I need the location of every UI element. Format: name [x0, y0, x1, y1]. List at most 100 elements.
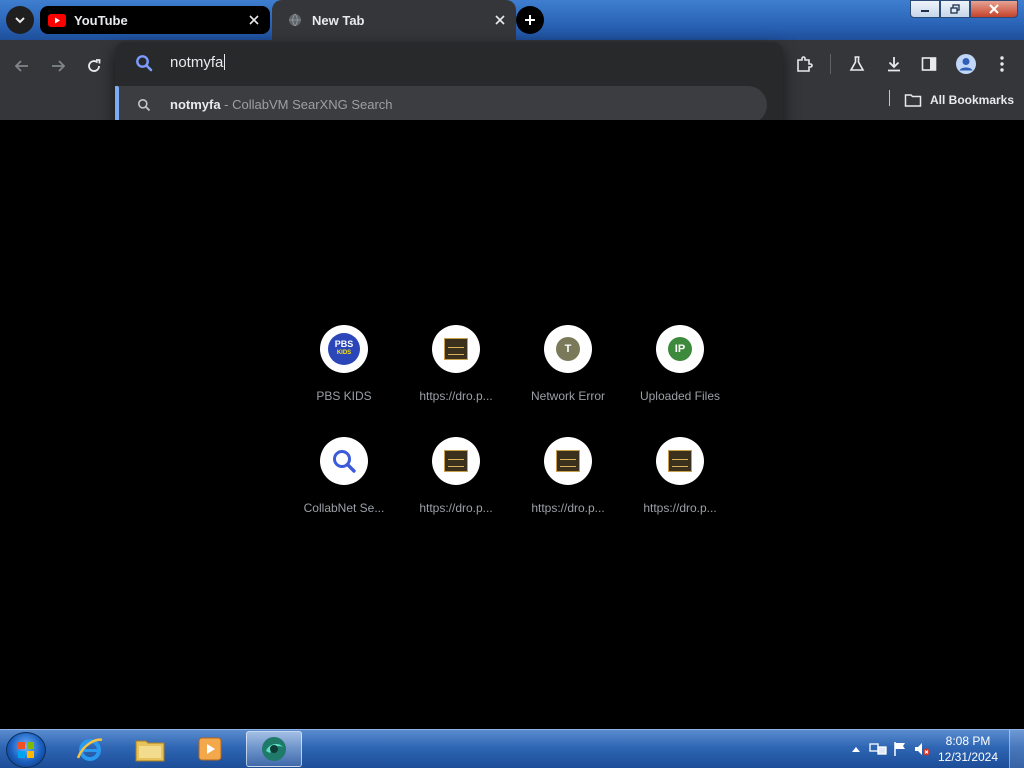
thumbnail-image [556, 450, 580, 472]
action-center-tray-button[interactable] [889, 738, 911, 760]
reload-icon [88, 59, 101, 72]
shortcut-tile[interactable]: https://dro.p... [624, 437, 736, 549]
browser-taskbar-button[interactable] [246, 731, 302, 767]
browser-icon [262, 737, 286, 761]
arrow-right-icon [52, 60, 66, 72]
minimize-icon [921, 10, 929, 12]
shortcut-label: Uploaded Files [639, 389, 721, 403]
tab-search-button[interactable] [6, 6, 34, 34]
folder-icon [904, 93, 922, 107]
toolbar-divider [830, 54, 831, 74]
shortcut-tile[interactable]: IP Uploaded Files [624, 325, 736, 437]
shortcut-icon: IP [656, 325, 704, 373]
profile-button[interactable] [950, 48, 982, 80]
all-bookmarks-label: All Bookmarks [930, 93, 1015, 107]
restore-button[interactable] [940, 0, 970, 18]
letter-badge: T [556, 337, 580, 361]
clock-date: 12/31/2024 [937, 750, 999, 764]
labs-button[interactable] [841, 48, 873, 80]
thumbnail-image [444, 450, 468, 472]
suggestion-text: notmyfa - CollabVM SearXNG Search [170, 97, 393, 113]
search-icon [138, 99, 151, 112]
tab-new-tab[interactable]: New Tab [272, 0, 516, 40]
globe-icon [286, 13, 304, 27]
download-icon [888, 57, 900, 72]
internet-explorer-taskbar-button[interactable] [62, 731, 118, 767]
all-bookmarks-button[interactable]: All Bookmarks [904, 90, 1014, 110]
shortcut-icon: T [544, 325, 592, 373]
show-desktop-button[interactable] [1009, 730, 1024, 768]
shortcut-icon [432, 325, 480, 373]
downloads-button[interactable] [878, 48, 910, 80]
shortcut-tile[interactable]: https://dro.p... [512, 437, 624, 549]
shortcut-tile[interactable]: T Network Error [512, 325, 624, 437]
pbs-kids-logo: PBS KIDS [328, 333, 360, 365]
close-icon [989, 4, 999, 14]
shortcut-tile[interactable]: https://dro.p... [400, 325, 512, 437]
file-explorer-taskbar-button[interactable] [122, 731, 178, 767]
restore-icon [950, 4, 960, 14]
selection-indicator [115, 86, 119, 124]
tab-strip: YouTube New Tab [0, 0, 1024, 40]
tab-title: New Tab [312, 12, 365, 28]
side-panel-button[interactable] [913, 48, 945, 80]
shortcut-tile[interactable]: PBS KIDS PBS KIDS [288, 325, 400, 437]
close-tab-icon[interactable] [244, 10, 264, 30]
search-icon [136, 55, 153, 72]
menu-button[interactable] [986, 48, 1018, 80]
network-icon [869, 743, 887, 755]
back-button[interactable] [8, 52, 36, 80]
shortcut-icon: PBS KIDS [320, 325, 368, 373]
chevron-down-icon [15, 17, 25, 24]
shortcut-label: CollabNet Se... [303, 501, 385, 515]
shortcut-icon [544, 437, 592, 485]
forward-button[interactable] [44, 52, 72, 80]
shortcut-label: https://dro.p... [531, 501, 605, 515]
arrow-left-icon [14, 60, 28, 72]
shortcut-icon [432, 437, 480, 485]
side-panel-icon [921, 57, 937, 71]
volume-tray-button[interactable] [911, 738, 933, 760]
shortcut-label: PBS KIDS [316, 389, 372, 403]
more-vert-icon [1000, 56, 1004, 72]
internet-explorer-icon [76, 738, 103, 761]
shortcut-tile[interactable]: https://dro.p... [400, 437, 512, 549]
taskbar: 8:08 PM 12/31/2024 [0, 729, 1024, 768]
search-icon [333, 450, 356, 473]
tab-title: YouTube [74, 12, 128, 28]
letter-badge: IP [668, 337, 692, 361]
shortcut-label: https://dro.p... [643, 501, 717, 515]
window-controls [910, 0, 1018, 18]
shortcut-label: https://dro.p... [419, 389, 493, 403]
speaker-muted-icon [915, 743, 930, 756]
suggestion-query: notmyfa [170, 97, 221, 112]
shortcut-icon [320, 437, 368, 485]
tab-youtube[interactable]: YouTube [40, 6, 270, 34]
start-button[interactable] [6, 732, 46, 768]
extensions-button[interactable] [788, 48, 820, 80]
plus-icon [525, 15, 535, 25]
reload-button[interactable] [80, 52, 108, 80]
omnibox-input[interactable]: notmyfa [170, 54, 226, 72]
clock-time: 8:08 PM [945, 734, 991, 748]
network-tray-button[interactable] [867, 738, 889, 760]
close-tab-icon[interactable] [490, 10, 510, 30]
shortcut-label: Network Error [530, 389, 605, 403]
show-hidden-icons-button[interactable] [845, 738, 867, 760]
omnibox-suggestion[interactable]: notmyfa - CollabVM SearXNG Search [115, 86, 767, 124]
media-player-taskbar-button[interactable] [182, 731, 238, 767]
flask-icon [849, 56, 865, 71]
system-clock[interactable]: 8:08 PM 12/31/2024 [933, 733, 1003, 765]
shortcut-icon [656, 437, 704, 485]
omnibox-input-value: notmyfa [170, 54, 224, 71]
omnibox-input-row[interactable]: notmyfa [115, 42, 783, 84]
close-window-button[interactable] [970, 0, 1018, 18]
minimize-button[interactable] [910, 0, 940, 18]
suggestion-separator: - [220, 97, 233, 112]
new-tab-button[interactable] [516, 6, 544, 34]
avatar-icon [956, 54, 976, 74]
text-caret [224, 54, 226, 70]
bookmarks-divider [889, 90, 890, 106]
suggestion-description: CollabVM SearXNG Search [232, 97, 393, 112]
shortcut-tile[interactable]: CollabNet Se... [288, 437, 400, 549]
